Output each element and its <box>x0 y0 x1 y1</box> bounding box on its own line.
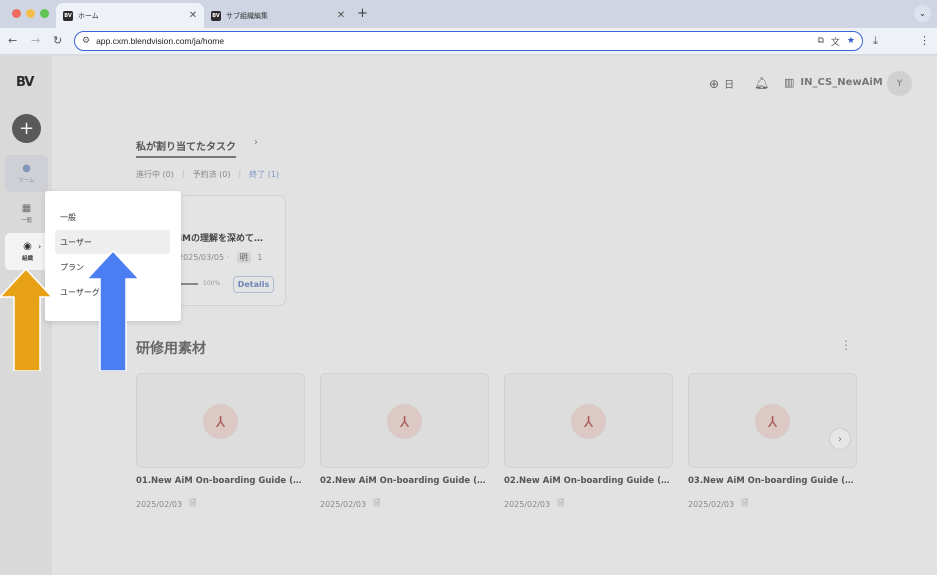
address-bar[interactable]: ⚙ app.cxm.blendvision.com/ja/home ⧉ 文 ★ <box>74 31 863 51</box>
language-label: 日 <box>724 80 735 91</box>
chevron-right-icon: › <box>38 242 42 251</box>
tab-scheduled[interactable]: 予約済 (0) <box>193 169 231 180</box>
browser-tab-suborg[interactable]: BV サブ組織編集 ✕ <box>204 3 352 28</box>
sidebar-item-general[interactable]: ▦ 一般 <box>5 195 48 232</box>
avatar[interactable]: Y <box>887 71 912 96</box>
task-name: AiMの理解を深めて… <box>172 234 264 244</box>
pdf-icon: ⅄ <box>571 404 606 439</box>
material-date: 2025/02/03 <box>504 499 551 509</box>
blue-arrow-icon <box>87 251 139 371</box>
material-meta: 2025/02/03 🗎︎ <box>320 496 380 512</box>
material-card[interactable]: ⅄ <box>688 373 857 468</box>
install-app-icon[interactable]: ⧉ <box>817 36 823 46</box>
task-badge: 明 <box>236 252 251 263</box>
bookmark-star-icon[interactable]: ★ <box>847 36 855 46</box>
sidebar-item-home[interactable]: ● ホーム <box>5 155 48 192</box>
translate-icon[interactable]: 文 <box>831 35 840 48</box>
document-icon: 🗎︎ <box>373 499 381 509</box>
material-date: 2025/02/03 <box>136 499 183 509</box>
back-icon[interactable]: ← <box>8 34 17 47</box>
forward-icon[interactable]: → <box>31 34 40 47</box>
organization-icon: ◉ <box>23 241 32 252</box>
task-count: 1 <box>257 253 263 262</box>
document-icon: 🗎︎ <box>189 499 197 509</box>
home-icon: ● <box>22 163 31 174</box>
details-button[interactable]: Details <box>233 276 274 293</box>
tab-finished[interactable]: 終了 (1) <box>249 169 279 180</box>
document-icon: 🗎︎ <box>557 499 565 509</box>
materials-section-title: 研修用素材 <box>136 341 206 357</box>
material-card[interactable]: ⅄ <box>504 373 673 468</box>
building-icon: ▥ <box>784 76 795 89</box>
maximize-window-button[interactable] <box>40 9 49 18</box>
new-tab-button[interactable]: + <box>357 6 368 21</box>
tab-divider: | <box>238 169 242 178</box>
browser-tab-bar: BV ホーム ✕ BV サブ組織編集 ✕ + ⌄ <box>0 0 937 28</box>
site-settings-icon[interactable]: ⚙ <box>82 36 90 46</box>
browser-toolbar: ← → ↻ ⚙ app.cxm.blendvision.com/ja/home … <box>0 28 937 55</box>
task-meta: 2025/03/05 · 明 1 <box>178 252 262 263</box>
carousel-next-button[interactable]: › <box>829 428 851 450</box>
menu-kebab-icon[interactable]: ⋮ <box>919 34 930 47</box>
brand-logo[interactable]: BV <box>16 75 34 90</box>
tab-in-progress[interactable]: 進行中 (0) <box>136 169 174 180</box>
grid-icon: ▦ <box>21 203 32 214</box>
submenu-item-general[interactable]: 一般 <box>55 205 170 229</box>
material-meta: 2025/02/03 🗎︎ <box>136 496 196 512</box>
material-card[interactable]: ⅄ <box>136 373 305 468</box>
organization-name: IN_CS_NewAiM <box>800 77 883 88</box>
task-status-tabs: 進行中 (0) | 予約済 (0) | 終了 (1) <box>136 169 287 180</box>
pdf-icon: ⅄ <box>755 404 790 439</box>
task-date: 2025/03/05 <box>178 253 225 262</box>
url-text: app.cxm.blendvision.com/ja/home <box>96 36 225 46</box>
close-icon[interactable]: ✕ <box>334 10 348 21</box>
close-icon[interactable]: ✕ <box>186 10 200 21</box>
organization-switcher[interactable]: ▥ IN_CS_NewAiM <box>784 76 883 89</box>
bell-icon[interactable]: 🔔︎ <box>754 76 769 90</box>
material-meta: 2025/02/03 🗎︎ <box>688 496 748 512</box>
minimize-window-button[interactable] <box>26 9 35 18</box>
favicon-icon: BV <box>63 10 73 21</box>
material-title[interactable]: 02.New AiM On-boarding Guide (For … <box>320 476 489 486</box>
material-title[interactable]: 03.New AiM On-boarding Guide (For … <box>688 476 857 486</box>
globe-icon: ⊕ <box>709 76 720 91</box>
tab-title: ホーム <box>78 11 99 20</box>
pdf-icon: ⅄ <box>387 404 422 439</box>
sidebar-item-label: ホーム <box>18 178 35 184</box>
tab-search-icon[interactable]: ⌄ <box>914 5 931 22</box>
material-title[interactable]: 02.New AiM On-boarding Guide (For … <box>504 476 673 486</box>
material-title[interactable]: 01.New AiM On-boarding Guide (Crea… <box>136 476 305 486</box>
favicon-icon: BV <box>211 10 221 21</box>
reload-icon[interactable]: ↻ <box>53 34 62 47</box>
tasks-section-title[interactable]: 私が割り当てたタスク <box>136 138 236 158</box>
material-date: 2025/02/03 <box>320 499 367 509</box>
sidebar-item-organization[interactable]: ◉ 組織 <box>5 233 50 270</box>
download-icon[interactable]: ⤓ <box>873 34 878 48</box>
language-switcher[interactable]: ⊕ 日 <box>709 76 735 92</box>
chevron-right-icon[interactable]: › <box>254 137 258 148</box>
sidebar-item-label: 一般 <box>20 218 32 224</box>
create-button[interactable]: + <box>12 114 41 143</box>
material-date: 2025/02/03 <box>688 499 735 509</box>
app-viewport: BV + ● ホーム ▦ 一般 ◉ 組織 › ⊕ 日 🔔︎ ▥ IN_CS_Ne… <box>0 56 937 575</box>
material-meta: 2025/02/03 🗎︎ <box>504 496 564 512</box>
material-card[interactable]: ⅄ <box>320 373 489 468</box>
document-icon: 🗎︎ <box>741 499 749 509</box>
more-options-icon[interactable]: ⋮ <box>840 338 852 352</box>
close-window-button[interactable] <box>12 9 21 18</box>
task-progress-label: 100% <box>203 280 221 287</box>
pdf-icon: ⅄ <box>203 404 238 439</box>
sidebar-item-label: 組織 <box>21 256 33 262</box>
tab-title: サブ組織編集 <box>226 11 268 20</box>
orange-arrow-icon <box>0 269 52 371</box>
tab-divider: | <box>181 169 185 178</box>
browser-tab-home[interactable]: BV ホーム ✕ <box>56 3 204 28</box>
dot-separator: · <box>226 253 232 262</box>
